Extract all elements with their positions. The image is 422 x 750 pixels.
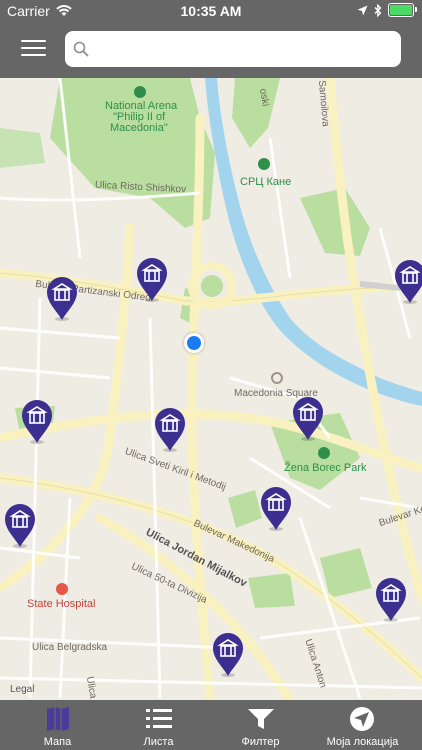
institution-pin-icon [137,258,167,302]
institution-marker[interactable] [3,502,37,548]
map-view[interactable]: National Arena "Philip II of Macedonia" … [0,78,422,700]
institution-marker[interactable] [374,576,408,622]
institution-pin-icon [261,487,291,531]
tab-filter[interactable]: Филтер [208,700,313,750]
institution-pin-icon [395,260,422,304]
institution-marker[interactable] [20,398,54,444]
institution-marker[interactable] [135,256,169,302]
institution-pin-icon [5,504,35,548]
institution-marker[interactable] [153,406,187,452]
menu-bar-icon [21,54,46,56]
tab-filter-label: Филтер [241,736,280,748]
status-bar: Carrier 10:35 AM [0,0,422,22]
top-header: Carrier 10:35 AM [0,0,422,78]
institution-marker[interactable] [291,395,325,441]
institution-pin-icon [155,408,185,452]
institution-marker[interactable] [211,631,245,677]
tab-map-label: Мапа [43,736,72,748]
tab-map[interactable]: Мапа [5,700,110,750]
institution-pin-icon [376,578,406,622]
search-input[interactable] [95,31,395,69]
status-right [357,3,417,17]
user-location-dot [184,333,204,353]
menu-button[interactable] [21,40,46,58]
institution-pin-icon [22,400,52,444]
tab-my-location-label: Моја локација [326,736,399,748]
battery-icon [388,3,417,17]
bluetooth-icon [374,3,382,17]
legal-link[interactable]: Legal [10,684,34,695]
menu-bar-icon [21,40,46,42]
location-arrow-icon [350,707,374,731]
location-services-icon [357,5,368,15]
tab-bar: Мапа Листа Филтер Моја локација [0,700,422,750]
map-label-hospital: State Hospital [27,598,96,610]
search-icon [73,41,89,57]
filter-icon [248,709,274,729]
map-icon [47,707,69,731]
map-label-street: Ulica Belgradska [32,642,108,653]
map-label-src-kane: СРЦ Кане [240,176,292,188]
tab-list-label: Листа [143,736,174,748]
institution-marker[interactable] [45,275,79,321]
institution-pin-icon [213,633,243,677]
list-icon [146,709,172,728]
institution-marker[interactable] [393,258,422,304]
institution-pin-icon [47,277,77,321]
map-label-arena: Macedonia" [110,122,168,134]
institution-marker[interactable] [259,485,293,531]
institution-pin-icon [293,397,323,441]
search-bar[interactable] [65,31,401,69]
tab-my-location[interactable]: Моја локација [310,700,415,750]
menu-bar-icon [21,47,46,49]
tab-list[interactable]: Листа [106,700,211,750]
map-label-park: Žena Borec Park [284,462,367,474]
